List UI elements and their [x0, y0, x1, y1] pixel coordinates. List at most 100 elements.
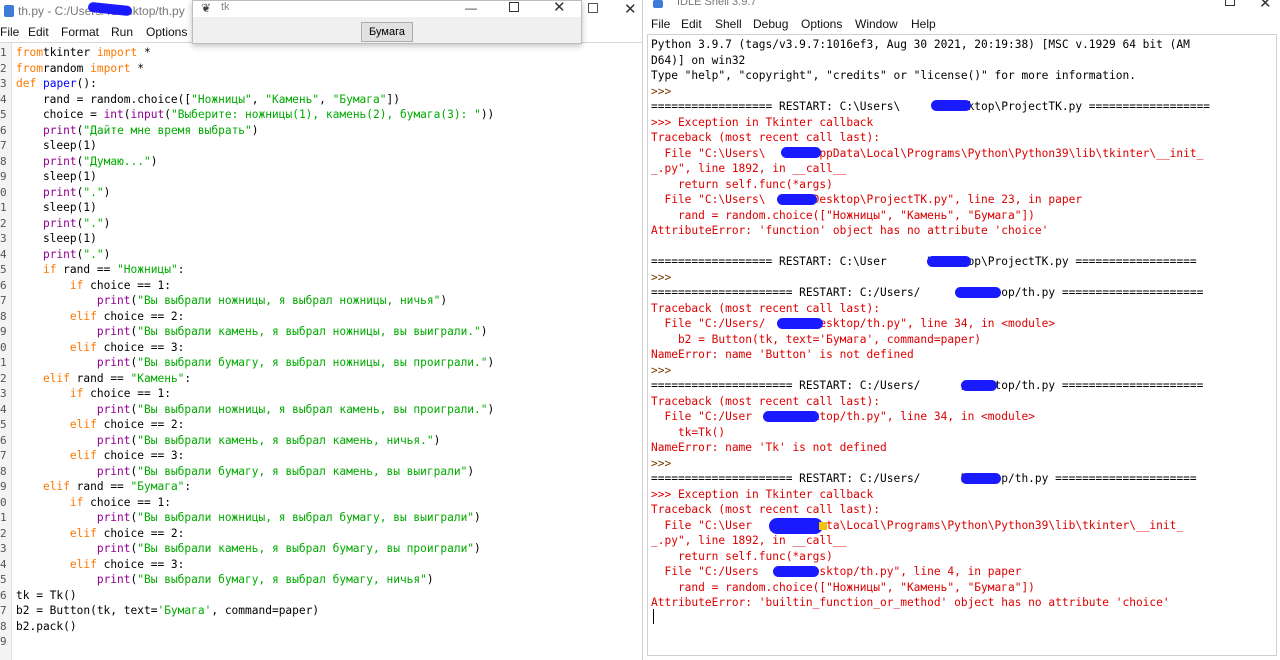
code-token: elif: [69, 557, 97, 571]
code-token: "Выберите: ножницы(1), камень(2), бумага…: [170, 108, 481, 121]
code-token: "Вы выбрали бумагу, я выбрал бумагу, нич…: [137, 573, 427, 586]
line-number: 1: [0, 356, 7, 369]
code-text: elif rand == "Бумага":: [16, 479, 191, 495]
code-token: ): [474, 511, 481, 524]
line-number: 7: [0, 294, 7, 307]
code-token: "Вы выбрали ножницы, я выбрал камень, вы…: [137, 402, 488, 416]
code-token: "Ножницы": [191, 92, 252, 106]
line-number: 7: [0, 604, 7, 617]
code-token: elif: [69, 526, 97, 540]
code-text: sleep(1): [16, 138, 97, 154]
code-token: ): [103, 185, 111, 199]
code-token: import: [90, 61, 131, 75]
code-token: elif: [69, 309, 97, 323]
code-text: elif choice == 3:: [16, 448, 185, 464]
shell-line: rand = random.choice(["Ножницы", "Камень…: [651, 208, 1035, 222]
code-token: ): [433, 433, 441, 447]
shell-line: File "C:/Users /Desktop/th.py", line 4, …: [651, 565, 1022, 578]
code-token: ): [467, 464, 475, 478]
code-token: b2 = Button(tk, text=: [16, 604, 158, 617]
shell-line: D64)] on win32: [651, 53, 746, 67]
line-number: 0: [0, 185, 7, 199]
menu-run[interactable]: Run: [111, 25, 133, 39]
code-token: print: [96, 542, 131, 555]
redaction-mark: [773, 566, 819, 577]
code-text: elif choice == 2:: [16, 526, 185, 542]
line-number: 9: [0, 635, 7, 648]
code-token: sleep(1): [16, 170, 97, 183]
shell-line: >>> Exception in Tkinter callback: [651, 487, 874, 501]
code-text: print("Вы выбрали камень, я выбрал ножни…: [16, 324, 488, 340]
line-number: 3: [0, 77, 7, 90]
code-text: print("Вы выбрали камень, я выбрал камен…: [16, 433, 441, 449]
shell-line: rand = random.choice(["Ножницы", "Камень…: [651, 580, 1035, 594]
maximize-icon[interactable]: [1225, 0, 1235, 6]
menu-edit[interactable]: Edit: [681, 17, 702, 31]
redaction-mark: [763, 411, 819, 422]
menu-edit[interactable]: Edit: [28, 25, 49, 39]
menu-debug[interactable]: Debug: [753, 17, 788, 31]
code-token: import: [96, 46, 138, 59]
menu-file[interactable]: File: [651, 17, 670, 31]
code-token: "Вы выбрали ножницы, я выбрал ножницы, н…: [137, 294, 441, 307]
menu-format[interactable]: Format: [61, 25, 99, 39]
line-number: 4: [0, 402, 7, 416]
code-token: ): [487, 402, 495, 416]
line-number: 6: [0, 588, 7, 602]
line-number: 4: [0, 92, 7, 106]
line-number: 4: [0, 557, 7, 571]
maximize-icon[interactable]: [588, 3, 598, 13]
menu-window[interactable]: Window: [855, 17, 898, 31]
shell-line: File "C:\Users\ \AppData\Local\Programs\…: [651, 146, 1204, 160]
menu-shell[interactable]: Shell: [715, 17, 742, 31]
menu-file[interactable]: File: [0, 25, 19, 39]
minimize-icon[interactable]: —: [465, 1, 477, 15]
code-token: (: [123, 108, 131, 121]
code-token: ): [440, 294, 448, 307]
shell-line: ===================== RESTART: C:/Users/…: [651, 286, 1204, 299]
code-token: print: [42, 123, 77, 137]
code-token: "Вы выбрали бумагу, я выбрал камень, вы …: [137, 464, 468, 478]
paper-button[interactable]: Бумага: [361, 22, 413, 42]
code-token: print: [96, 356, 131, 369]
code-token: if: [69, 278, 84, 292]
redaction-mark: [931, 100, 971, 111]
code-token: *: [137, 46, 151, 59]
code-token: elif: [69, 449, 97, 462]
shell-line: >>>: [651, 270, 672, 284]
tk-title: tk: [221, 1, 230, 13]
code-token: if: [69, 387, 84, 400]
shell-titlebar: IDLE Shell 3.9.7 ✕: [643, 0, 1280, 14]
code-token: "Думаю...": [83, 154, 151, 168]
code-token: choice == 1:: [83, 278, 171, 292]
code-token: rand ==: [56, 263, 118, 276]
menu-options[interactable]: Options: [146, 25, 187, 39]
code-token: choice == 3:: [96, 449, 185, 462]
shell-line: File "C:/Users/ /Desktop/th.py", line 34…: [651, 317, 1056, 330]
maximize-icon[interactable]: [509, 2, 519, 12]
menu-options[interactable]: Options: [801, 17, 842, 31]
shell-line: tk=Tk(): [651, 425, 726, 439]
close-icon[interactable]: ✕: [624, 0, 637, 18]
shell-line: >>> Exception in Tkinter callback: [651, 115, 874, 129]
shell-line: _.py", line 1892, in __call__: [651, 534, 847, 547]
close-icon[interactable]: ✕: [553, 0, 566, 16]
code-editor[interactable]: 1 fromtkinter import * 2 fromrandom import …: [0, 42, 642, 660]
shell-output[interactable]: Python 3.9.7 (tags/v3.9.7:1016ef3, Aug 3…: [647, 34, 1277, 656]
code-token: ".": [83, 185, 104, 199]
code-token: print: [96, 325, 131, 338]
shell-line: Traceback (most recent call last):: [651, 301, 881, 315]
menu-help[interactable]: Help: [911, 17, 936, 31]
close-icon[interactable]: ✕: [1259, 0, 1272, 12]
code-token: input: [130, 108, 165, 121]
code-text: rand = random.choice(["Ножницы", "Камень…: [16, 92, 400, 108]
shell-line: >>>: [651, 363, 672, 377]
